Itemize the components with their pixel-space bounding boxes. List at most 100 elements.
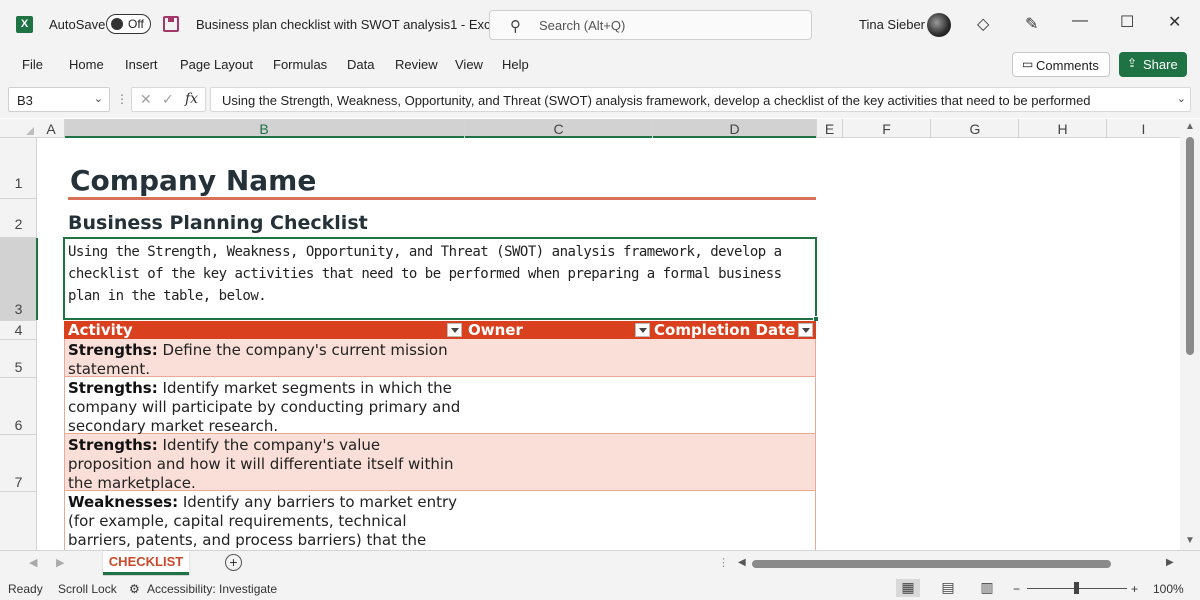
column-header-i[interactable]: I: [1107, 121, 1180, 137]
header-owner: Owner: [468, 321, 523, 339]
vertical-scroll-thumb[interactable]: [1186, 137, 1194, 355]
menu-page-layout[interactable]: Page Layout: [180, 57, 253, 72]
status-bar: Ready Scroll Lock ⚙ Accessibility: Inves…: [0, 576, 1200, 600]
zoom-level[interactable]: 100%: [1153, 582, 1184, 596]
sheet-tab-checklist[interactable]: CHECKLIST: [103, 551, 189, 575]
row-header-3[interactable]: 3: [0, 301, 37, 317]
comments-button[interactable]: ▭ Comments: [1012, 52, 1110, 77]
add-sheet-icon[interactable]: +: [225, 554, 242, 571]
horizontal-scroll-thumb[interactable]: [752, 560, 1111, 568]
column-header-g[interactable]: G: [931, 121, 1019, 137]
table-row[interactable]: Strengths: Identify market segments in w…: [64, 377, 816, 434]
zoom-slider-knob[interactable]: [1074, 582, 1079, 594]
column-header-b[interactable]: B: [64, 121, 464, 137]
zoom-in-button[interactable]: +: [1131, 582, 1138, 596]
pen-icon[interactable]: ✎: [1025, 14, 1038, 34]
vertical-scrollbar[interactable]: ▲ ▼: [1180, 119, 1200, 550]
menu-help[interactable]: Help: [502, 57, 529, 72]
column-header-a[interactable]: A: [38, 121, 64, 137]
tab-splitter-icon[interactable]: ⋮: [718, 556, 729, 569]
selected-cell-b3[interactable]: Using the Strength, Weakness, Opportunit…: [63, 237, 817, 320]
name-box[interactable]: B3 ⌄: [8, 87, 110, 112]
table-row[interactable]: Strengths: Identify the company's value …: [64, 434, 816, 491]
autosave-label: AutoSave: [49, 17, 105, 32]
row-divider: [0, 491, 37, 492]
user-name[interactable]: Tina Sieber: [859, 17, 925, 32]
expand-formula-icon[interactable]: ⌄: [1177, 92, 1186, 105]
page-layout-view-icon[interactable]: ▤: [936, 579, 960, 597]
status-scroll-lock: Scroll Lock: [58, 582, 117, 596]
column-divider: [464, 119, 465, 138]
formula-buttons: ✕ ✓ fx: [131, 87, 206, 112]
avatar[interactable]: [927, 13, 951, 37]
checklist-table: Activity Owner Completion Date Strengths…: [64, 321, 816, 550]
worksheet-area[interactable]: Company Name Business Planning Checklist…: [38, 138, 1180, 550]
menu-file[interactable]: File: [22, 57, 43, 72]
header-completion-date: Completion Date: [654, 321, 795, 339]
prev-sheet-icon[interactable]: ◀: [29, 556, 37, 569]
accessibility-icon[interactable]: ⚙: [129, 582, 140, 596]
close-icon[interactable]: ✕: [1168, 12, 1181, 32]
column-divider: [816, 119, 817, 138]
column-divider: [652, 119, 653, 138]
diamond-icon[interactable]: ◇: [977, 14, 989, 34]
row-header-5[interactable]: 5: [0, 359, 37, 375]
owner-filter-dropdown[interactable]: [635, 323, 650, 337]
row-header-2[interactable]: 2: [0, 216, 37, 232]
menu-formulas[interactable]: Formulas: [273, 57, 327, 72]
column-divider: [64, 119, 65, 138]
page-break-view-icon[interactable]: ▥: [975, 579, 999, 597]
header-activity: Activity: [68, 321, 133, 339]
row-divider: [0, 377, 37, 378]
column-header-c[interactable]: C: [465, 121, 652, 137]
column-header-d[interactable]: D: [653, 121, 816, 137]
activity-category: Weaknesses:: [68, 493, 178, 511]
activity-filter-dropdown[interactable]: [447, 323, 462, 337]
row-header-7[interactable]: 7: [0, 474, 37, 490]
share-button[interactable]: ⇪ Share: [1119, 52, 1187, 77]
status-accessibility[interactable]: Accessibility: Investigate: [147, 582, 277, 596]
more-options-icon[interactable]: ⋮: [116, 92, 128, 106]
select-all-corner[interactable]: [0, 119, 37, 138]
table-row[interactable]: Weaknesses: Identify any barriers to mar…: [64, 491, 816, 550]
normal-view-icon[interactable]: ▦: [896, 579, 920, 597]
menu-review[interactable]: Review: [395, 57, 438, 72]
scroll-down-icon[interactable]: ▼: [1185, 535, 1195, 546]
search-icon: ⚲: [510, 17, 521, 35]
menu-view[interactable]: View: [455, 57, 483, 72]
scroll-left-icon[interactable]: ◀: [738, 557, 746, 568]
column-divider: [1106, 119, 1107, 138]
checklist-subtitle[interactable]: Business Planning Checklist: [68, 212, 368, 234]
zoom-out-button[interactable]: −: [1013, 582, 1020, 596]
share-icon: ⇪: [1127, 56, 1137, 70]
column-header-h[interactable]: H: [1019, 121, 1106, 137]
ribbon-menu: File Home Insert Page Layout Formulas Da…: [0, 48, 1200, 82]
column-header-f[interactable]: F: [843, 121, 930, 137]
menu-insert[interactable]: Insert: [125, 57, 158, 72]
autosave-toggle[interactable]: Off: [106, 14, 151, 34]
column-header-e[interactable]: E: [816, 121, 843, 137]
company-name[interactable]: Company Name: [70, 164, 316, 197]
row-header-6[interactable]: 6: [0, 417, 37, 433]
insert-function-icon[interactable]: fx: [185, 91, 198, 107]
search-box[interactable]: ⚲ Search (Alt+Q): [489, 10, 812, 40]
menu-data[interactable]: Data: [347, 57, 374, 72]
scroll-up-icon[interactable]: ▲: [1185, 121, 1195, 132]
activity-category: Strengths:: [68, 379, 158, 397]
save-icon[interactable]: [163, 16, 179, 32]
row-divider: [0, 434, 37, 435]
excel-logo-icon: X: [16, 16, 33, 33]
table-row[interactable]: Strengths: Define the company's current …: [64, 339, 816, 377]
minimize-icon[interactable]: —: [1072, 12, 1088, 30]
menu-home[interactable]: Home: [69, 57, 104, 72]
row-header-1[interactable]: 1: [0, 175, 37, 191]
row-header-4[interactable]: 4: [0, 322, 37, 338]
cell-reference: B3: [17, 93, 33, 108]
date-filter-dropdown[interactable]: [798, 323, 813, 337]
next-sheet-icon[interactable]: ▶: [56, 556, 64, 569]
maximize-icon[interactable]: ☐: [1120, 12, 1134, 32]
formula-input[interactable]: Using the Strength, Weakness, Opportunit…: [210, 87, 1191, 112]
enter-check-icon[interactable]: ✓: [162, 91, 174, 108]
cancel-icon[interactable]: ✕: [140, 91, 152, 108]
scroll-right-icon[interactable]: ▶: [1166, 557, 1174, 568]
